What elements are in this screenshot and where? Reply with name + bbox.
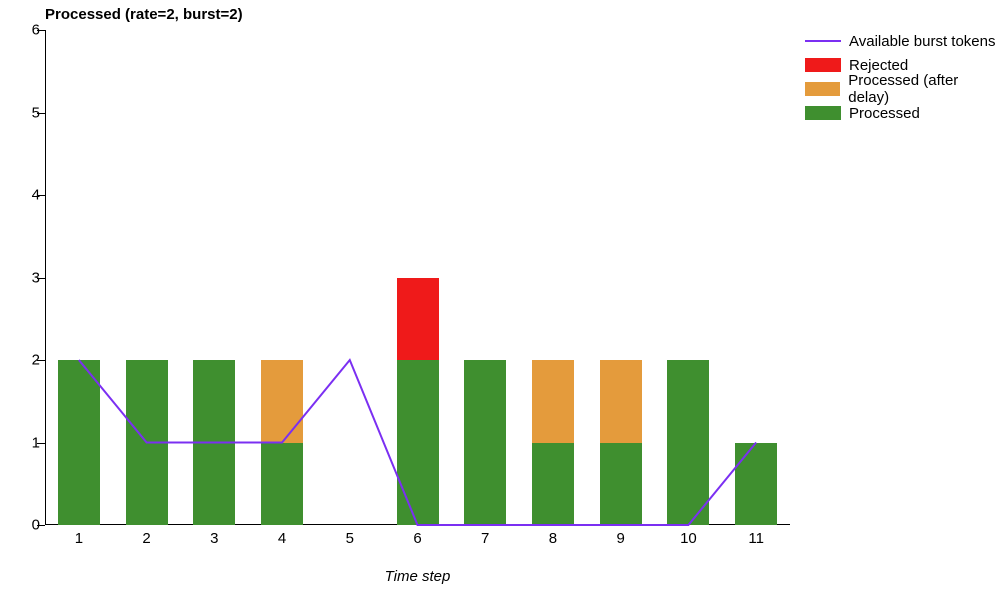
legend-label: Rejected [849,57,908,74]
x-tick-label: 11 [748,530,764,547]
y-tick-label: 6 [10,22,40,39]
y-tick [37,113,45,114]
legend-label: Processed [849,105,920,122]
y-tick [37,195,45,196]
legend-line-icon [805,34,841,48]
y-tick [37,443,45,444]
y-tick-label: 4 [10,187,40,204]
x-tick-label: 3 [210,530,218,547]
chart-container: Processed (rate=2, burst=2) 0 1 2 3 4 5 6 1 2 3 4… [0,0,1000,607]
y-tick-label: 3 [10,269,40,286]
burst-token-line [79,360,756,525]
legend-item: Processed (after delay) [805,78,1000,100]
plot-area [45,30,790,525]
legend-swatch-icon [805,58,841,72]
legend-swatch-icon [805,106,841,120]
x-tick-label: 8 [549,530,557,547]
y-tick [37,30,45,31]
x-tick-label: 7 [481,530,489,547]
x-tick-label: 1 [75,530,83,547]
legend-label: Processed (after delay) [848,72,1000,106]
legend-item: Available burst tokens [805,30,1000,52]
legend: Available burst tokensRejectedProcessed … [805,30,1000,126]
y-tick-label: 2 [10,352,40,369]
chart-title: Processed (rate=2, burst=2) [45,6,243,23]
y-tick-label: 5 [10,104,40,121]
x-tick-label: 9 [617,530,625,547]
y-tick [37,525,45,526]
y-tick-label: 0 [10,517,40,534]
y-tick [37,360,45,361]
x-tick-label: 4 [278,530,286,547]
x-tick-label: 10 [680,530,697,547]
x-tick-label: 5 [346,530,354,547]
x-axis-tick-labels: 1 2 3 4 5 6 7 8 9 10 11 [45,530,790,555]
x-tick-label: 2 [142,530,150,547]
x-tick-label: 6 [413,530,421,547]
legend-swatch-icon [805,82,840,96]
legend-label: Available burst tokens [849,33,995,50]
line-layer [45,30,790,525]
x-axis-title: Time step [45,568,790,585]
y-tick-label: 1 [10,434,40,451]
y-tick [37,278,45,279]
